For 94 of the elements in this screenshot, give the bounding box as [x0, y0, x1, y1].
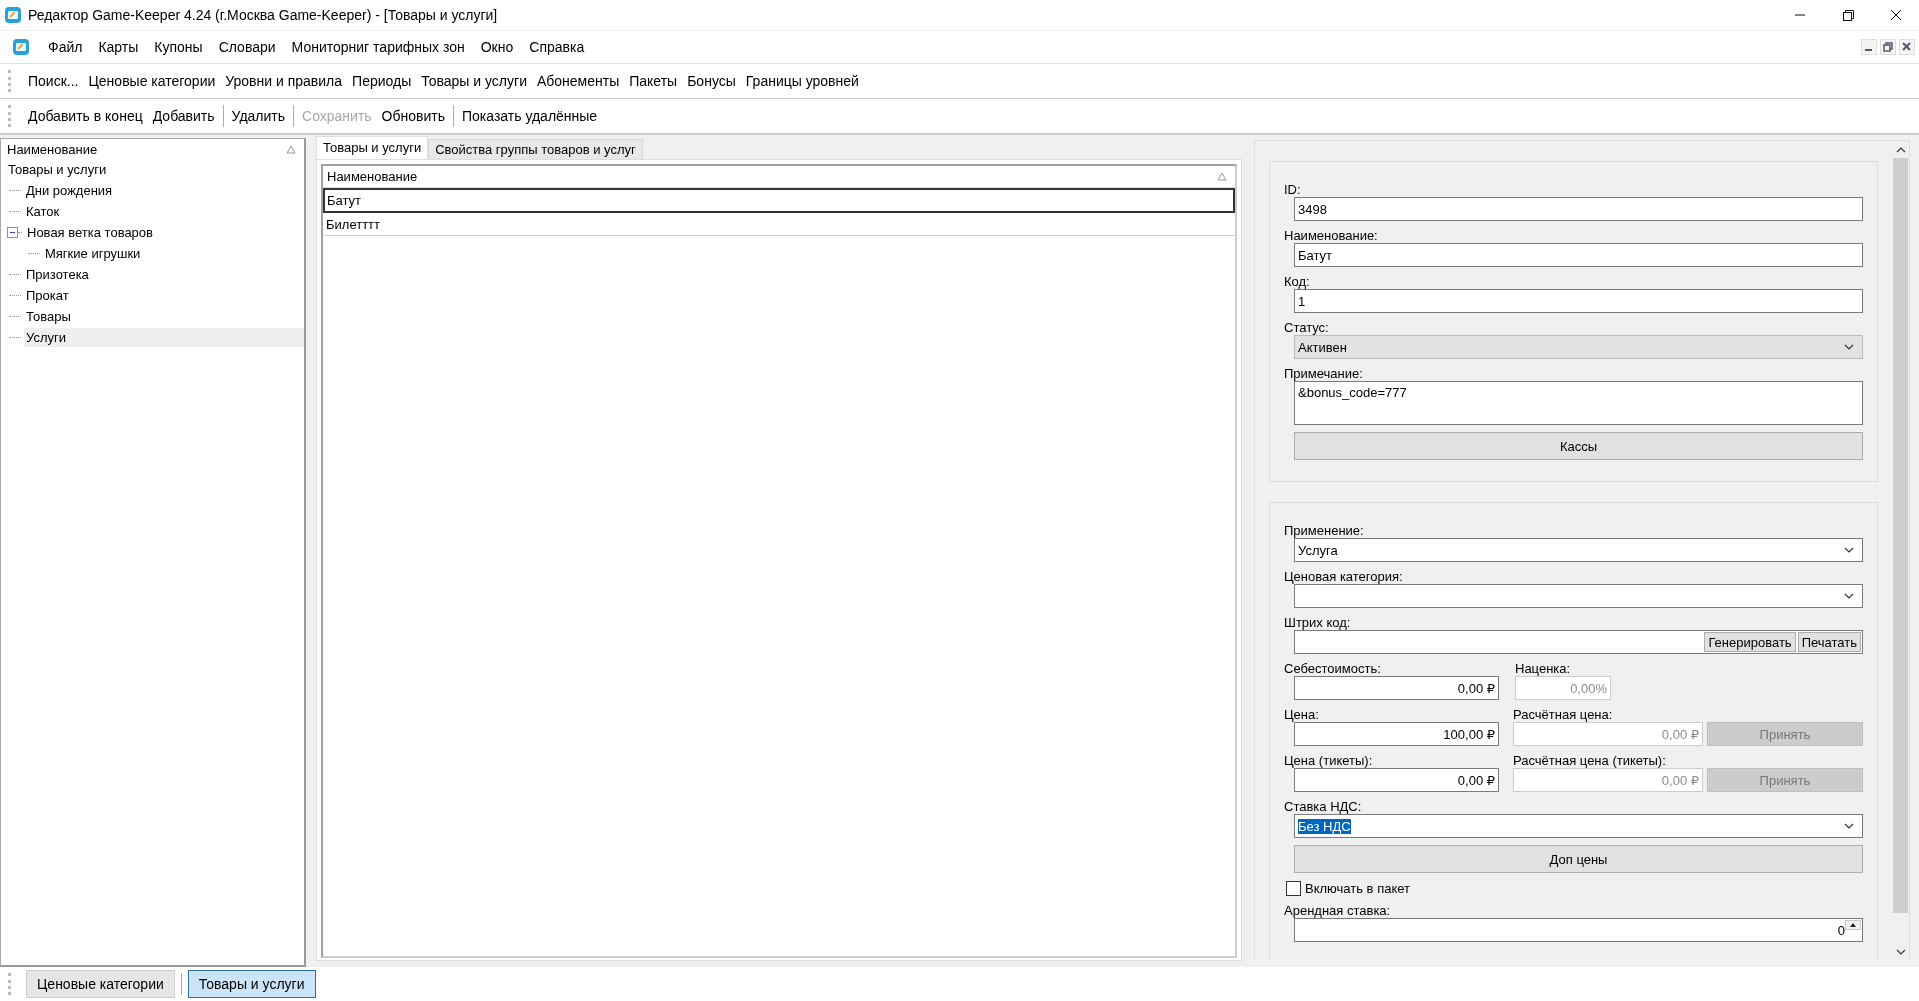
note-field[interactable]: &bonus_code=777 — [1294, 381, 1863, 425]
button[interactable]: Генерировать — [1704, 632, 1796, 652]
selected-text: Без НДС — [1298, 818, 1351, 834]
menu-item[interactable]: Справка — [521, 36, 593, 58]
menu-item[interactable]: Окно — [472, 36, 522, 58]
field-label: Ценовая категория: — [1284, 569, 1404, 584]
tree-item[interactable]: Прокат — [24, 286, 304, 305]
tree-item[interactable]: Товары — [24, 307, 304, 326]
checkbox-label: Включать в пакет — [1305, 881, 1410, 896]
tree-item[interactable]: Призотека — [24, 265, 304, 284]
tree-item[interactable]: Товары и услуги — [6, 160, 304, 179]
field-label: Штрих код: — [1284, 615, 1352, 630]
tree-item[interactable]: Мягкие игрушки — [43, 244, 304, 263]
chevron-down-icon — [1844, 547, 1854, 553]
field-label: Себестоимость: — [1284, 661, 1382, 676]
field-label: Ставка НДС: — [1284, 799, 1363, 814]
toolbar-button[interactable]: Удалить — [226, 106, 291, 126]
field-label: Наценка: — [1515, 661, 1572, 676]
close-icon[interactable] — [1899, 39, 1915, 55]
field-label: Расчётная цена (тикеты): — [1513, 753, 1667, 768]
toolbar-button[interactable]: Добавить — [147, 106, 220, 126]
toolbar-link[interactable]: Уровни и правила — [220, 71, 348, 91]
scroll-thumb[interactable] — [1893, 158, 1908, 913]
field-label: Расчётная цена: — [1513, 707, 1614, 722]
toolbar-grip[interactable] — [8, 70, 11, 92]
button[interactable]: Кассы — [1294, 432, 1863, 460]
text-field[interactable]: 3498 — [1294, 197, 1863, 221]
spin-up-icon[interactable] — [1845, 920, 1861, 930]
menu-item[interactable]: Словари — [210, 36, 284, 58]
menu-item[interactable]: Карты — [90, 36, 147, 58]
toolbar-link[interactable]: Бонусы — [682, 71, 741, 91]
field-label: Цена: — [1284, 707, 1320, 722]
window-tab[interactable]: Ценовые категории — [26, 970, 175, 998]
collapse-toggle[interactable] — [7, 227, 18, 238]
window-title: Редактор Game-Keeper 4.24 (г.Москва Game-Keeper) - [Товары и услуги] — [28, 7, 499, 23]
tab[interactable]: Свойства группы товаров и услуг — [428, 139, 643, 159]
field-label: ID: — [1284, 182, 1302, 197]
tree-item[interactable]: Дни рождения — [24, 181, 304, 200]
dropdown[interactable] — [1294, 584, 1863, 608]
toolbar-link[interactable]: Периоды — [347, 71, 417, 91]
field-label: Арендная ставка: — [1284, 903, 1392, 918]
tree-item[interactable]: Услуги — [24, 328, 304, 347]
button[interactable]: Печатать — [1797, 632, 1861, 652]
tab[interactable]: Товары и услуги — [316, 136, 429, 159]
menu-item[interactable]: Купоны — [146, 36, 211, 58]
minimize-icon[interactable] — [1861, 39, 1877, 55]
button[interactable]: Доп цены — [1294, 845, 1863, 873]
toolbar-button[interactable]: Добавить в конец — [23, 106, 148, 126]
window-tab[interactable]: Товары и услуги — [187, 970, 316, 998]
dropdown[interactable]: Активен — [1294, 335, 1863, 359]
toolbar-link[interactable]: Абонементы — [531, 71, 625, 91]
sort-icon — [286, 144, 296, 154]
sort-icon — [1217, 172, 1227, 181]
toolbar-link[interactable]: Границы уровней — [740, 71, 864, 91]
field-label: Применение: — [1284, 523, 1365, 538]
column-header[interactable]: Наименование — [1, 139, 304, 159]
toolbar-link[interactable]: Поиск... — [23, 71, 84, 91]
toolbar-link[interactable]: Товары и услуги — [416, 71, 532, 91]
tree-item[interactable]: Каток — [24, 202, 304, 221]
toolbar-link[interactable]: Пакеты — [624, 71, 683, 91]
text-field[interactable]: 0,00 ₽ — [1294, 768, 1499, 792]
checkbox[interactable] — [1286, 881, 1301, 896]
dropdown[interactable]: Услуга — [1294, 538, 1863, 562]
menu-item[interactable]: Мониторниг тарифных зон — [283, 36, 473, 58]
column-header[interactable]: Наименование — [323, 166, 1235, 188]
field-label: Статус: — [1284, 320, 1330, 335]
field-label: Код: — [1284, 274, 1311, 289]
field-label: Примечание: — [1284, 366, 1364, 381]
text-field[interactable]: 1 — [1294, 289, 1863, 313]
table-cell: Билетттт — [326, 217, 380, 232]
header-label: Наименование — [7, 141, 99, 157]
table-cell: Батут — [327, 193, 362, 208]
app-icon[interactable] — [12, 38, 30, 56]
toolbar-button[interactable]: Обновить — [376, 106, 450, 126]
dropdown[interactable]: Без НДС — [1294, 814, 1863, 838]
chevron-down-icon — [1844, 344, 1854, 350]
barcode-field[interactable]: Генерировать Печатать — [1294, 630, 1863, 654]
text-field[interactable]: Батут — [1294, 243, 1863, 267]
toolbar-grip[interactable] — [8, 973, 11, 995]
number-field[interactable]: 0 — [1294, 918, 1863, 942]
toolbar-link[interactable]: Ценовые категории — [83, 71, 221, 91]
table-row[interactable]: Батут — [323, 188, 1235, 213]
tree-item[interactable]: Новая ветка товаров — [25, 223, 304, 242]
text-field[interactable]: 0,00 ₽ — [1294, 676, 1499, 700]
text-field[interactable]: 100,00 ₽ — [1294, 722, 1499, 746]
header-label: Наименование — [327, 169, 419, 184]
menu-item[interactable]: Файл — [40, 36, 91, 58]
app-icon — [4, 6, 22, 24]
toolbar-grip[interactable] — [8, 105, 11, 127]
field-label: Цена (тикеты): — [1284, 753, 1374, 768]
toolbar-button[interactable]: Показать удалённые — [457, 106, 603, 126]
chevron-down-icon — [1844, 593, 1854, 599]
chevron-down-icon — [1844, 823, 1854, 829]
field-label: Наименование: — [1284, 228, 1379, 243]
